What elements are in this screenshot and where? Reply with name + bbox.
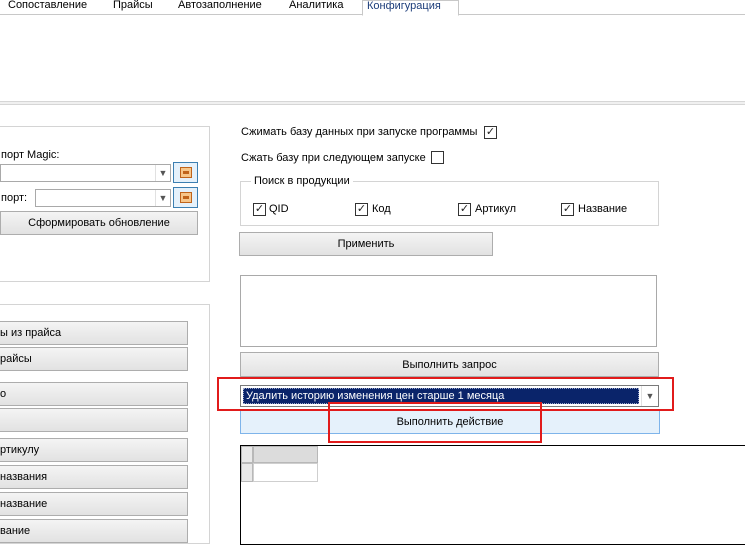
export-label: порт: [1,192,28,204]
search-article-checkbox[interactable]: ✓ [458,203,471,216]
generate-update-button[interactable]: Сформировать обновление [0,211,198,235]
grid-row-header[interactable] [241,463,253,482]
tab-analytics[interactable]: Аналитика [285,0,347,15]
action-select[interactable]: Удалить историю изменения цен старше 1 м… [240,385,659,407]
compress-on-start-label: Сжимать базу данных при запуске программ… [241,126,478,138]
left-tool-button[interactable]: название [0,492,188,516]
tab-configuration[interactable]: Конфигурация [362,0,459,16]
run-action-button[interactable]: Выполнить действие [240,409,660,434]
tab-matching[interactable]: Сопоставление [4,0,91,15]
tools-panel: ы из прайса райсы о ртикулу названия наз… [0,304,210,544]
update-panel: порт Magic: ▼ порт: ▼ Сформировать обнов… [0,126,210,282]
left-tool-button[interactable] [0,408,188,432]
folder-icon [179,192,192,203]
magic-export-label: порт Magic: [1,149,60,161]
horizontal-splitter[interactable] [0,101,745,105]
apply-button[interactable]: Применить [239,232,493,256]
search-article-label: Артикул [475,203,517,215]
compress-next-label: Сжать базу при следующем запуске [241,152,426,164]
chevron-down-icon[interactable]: ▼ [155,190,170,206]
search-qid-label: QID [269,203,289,215]
grid-corner-cell [241,446,253,463]
checkmark-icon: ✓ [562,203,573,215]
export-combo[interactable]: ▼ [35,189,171,207]
tab-bar: Сопоставление Прайсы Автозаполнение Анал… [0,0,745,16]
left-tool-button[interactable]: вание [0,519,188,543]
checkmark-icon: ✓ [459,203,470,215]
tab-prices[interactable]: Прайсы [109,0,157,15]
magic-folder-button[interactable] [173,162,198,183]
search-code-checkbox[interactable]: ✓ [355,203,368,216]
checkmark-icon: ✓ [485,126,496,138]
checkmark-icon: ✓ [254,203,265,215]
left-tool-button[interactable]: названия [0,465,188,489]
action-selected-value: Удалить историю изменения цен старше 1 м… [243,388,639,404]
grid-column-header[interactable] [253,446,318,463]
grid-cell[interactable] [253,463,318,482]
tab-autofill[interactable]: Автозаполнение [174,0,266,15]
compress-on-start-checkbox[interactable]: ✓ [484,126,497,139]
search-options-group: Поиск в продукции ✓ QID ✓ Код ✓ Артикул … [240,175,659,226]
folder-icon [179,167,192,178]
left-tool-button[interactable]: ртикулу [0,438,188,462]
compress-next-checkbox[interactable] [431,151,444,164]
checkmark-icon: ✓ [356,203,367,215]
left-tool-button[interactable]: райсы [0,347,188,371]
search-group-title: Поиск в продукции [251,175,353,187]
run-query-button[interactable]: Выполнить запрос [240,352,659,377]
chevron-down-icon[interactable]: ▼ [641,386,658,406]
left-tool-button[interactable]: ы из прайса [0,321,188,345]
sql-query-textarea[interactable] [240,275,657,347]
chevron-down-icon[interactable]: ▼ [155,165,170,181]
search-name-checkbox[interactable]: ✓ [561,203,574,216]
results-grid[interactable] [240,445,745,545]
search-code-label: Код [372,203,391,215]
search-qid-checkbox[interactable]: ✓ [253,203,266,216]
magic-export-combo[interactable]: ▼ [0,164,171,182]
left-tool-button[interactable]: о [0,382,188,406]
search-name-label: Название [578,203,628,215]
export-folder-button[interactable] [173,187,198,208]
